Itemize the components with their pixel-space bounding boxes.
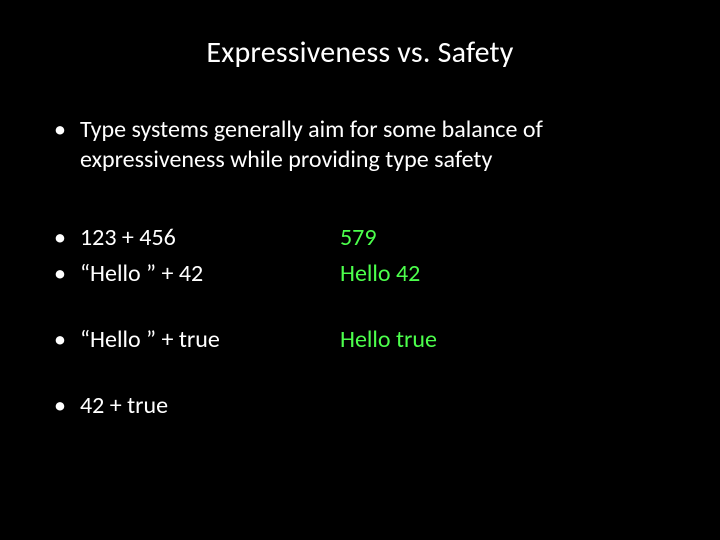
example-row: “Hello ” + 42 Hello 42	[40, 259, 680, 289]
expression: 42 + true	[80, 391, 168, 421]
expression: “Hello ” + 42	[80, 259, 203, 289]
result: Hello 42	[340, 259, 420, 289]
intro-text: Type systems generally aim for some bala…	[80, 115, 543, 174]
example-row: 42 + true	[40, 391, 680, 421]
expression: 123 + 456	[80, 223, 176, 253]
slide: Expressiveness vs. Safety Type systems g…	[0, 0, 720, 540]
example-row: 123 + 456 579	[40, 223, 680, 253]
bullet-list: Type systems generally aim for some bala…	[40, 115, 680, 421]
result: Hello true	[340, 325, 437, 355]
example-row: “Hello ” + true Hello true	[40, 325, 680, 355]
expression: “Hello ” + true	[80, 325, 220, 355]
slide-title: Expressiveness vs. Safety	[40, 34, 680, 71]
intro-bullet: Type systems generally aim for some bala…	[40, 115, 680, 175]
result: 579	[340, 223, 377, 253]
